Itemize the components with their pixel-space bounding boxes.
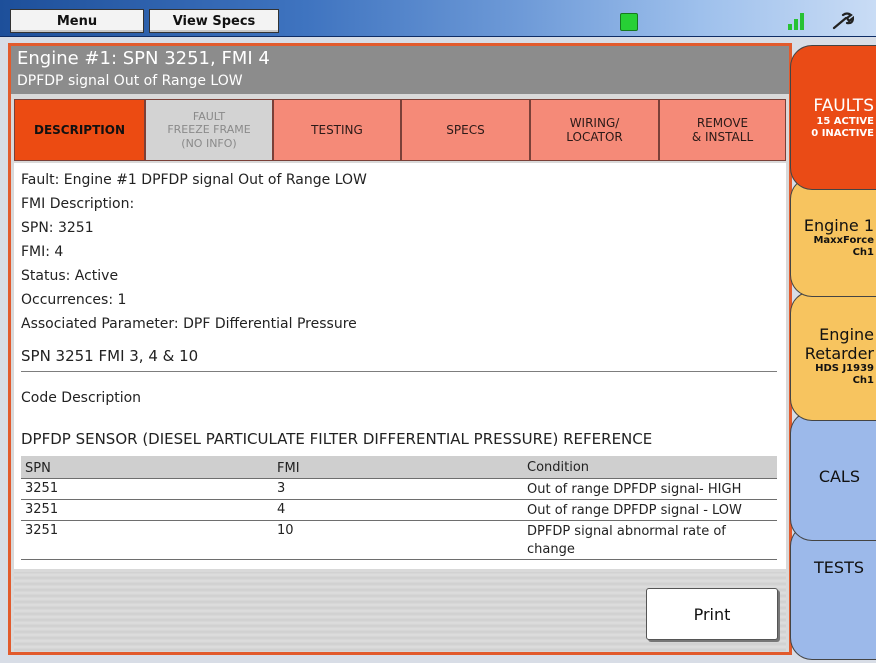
fmi-value: FMI: 4 — [21, 244, 64, 260]
table-cell: DPFDP signal abnormal rate of change — [527, 524, 726, 557]
fmi-description: FMI Description: — [21, 196, 135, 212]
fault-detail-panel: Engine #1: SPN 3251, FMI 4 DPFDP signal … — [8, 43, 792, 655]
table-cell: 10 — [277, 523, 294, 538]
wrench-icon[interactable] — [832, 12, 855, 32]
faults-title: FAULTS — [813, 95, 874, 116]
detail-tabs: DESCRIPTION FAULT FREEZE FRAME (NO INFO)… — [14, 99, 786, 161]
occurrences-value: Occurrences: 1 — [21, 292, 127, 308]
table-row: 3251 10 DPFDP signal abnormal rate of ch… — [21, 521, 777, 560]
table-header-row: SPN FMI Condition — [21, 456, 777, 479]
description-content: Fault: Engine #1 DPFDP signal Out of Ran… — [14, 163, 786, 569]
reference-table: SPN FMI Condition 3251 3 Out of range DP… — [21, 456, 777, 560]
view-specs-button[interactable]: View Specs — [149, 9, 279, 33]
print-button[interactable]: Print — [646, 588, 778, 640]
engine1-channel: Ch1 — [852, 246, 874, 258]
cals-title: CALS — [818, 466, 860, 486]
menu-button[interactable]: Menu — [10, 9, 144, 33]
tab-specs[interactable]: SPECS — [401, 99, 530, 161]
table-cell: 3 — [277, 481, 286, 496]
column-header-spn: SPN — [25, 460, 51, 476]
engine1-title: Engine 1 — [803, 215, 874, 235]
tests-title: TESTS — [814, 557, 864, 577]
table-cell: 3251 — [25, 481, 59, 496]
top-toolbar: Menu View Specs — [0, 0, 876, 37]
fault-title: Engine #1: SPN 3251, FMI 4 — [17, 48, 270, 69]
table-row: 3251 3 Out of range DPFDP signal- HIGH — [21, 479, 777, 500]
retarder-title-2: Retarder — [804, 344, 874, 363]
side-tab-tests[interactable]: TESTS — [790, 524, 876, 660]
tab-wiring-locator[interactable]: WIRING/ LOCATOR — [530, 99, 659, 161]
table-cell: 3251 — [25, 502, 59, 517]
side-tab-faults[interactable]: FAULTS 15 ACTIVE 0 INACTIVE — [790, 45, 876, 190]
fault-line: Fault: Engine #1 DPFDP signal Out of Ran… — [21, 172, 367, 188]
retarder-channel: Ch1 — [852, 375, 874, 386]
code-section-heading: SPN 3251 FMI 3, 4 & 10 — [21, 347, 199, 365]
table-cell: 3251 — [25, 523, 59, 538]
status-value: Status: Active — [21, 268, 119, 284]
table-row: 3251 4 Out of range DPFDP signal - LOW — [21, 500, 777, 521]
fault-header: Engine #1: SPN 3251, FMI 4 DPFDP signal … — [11, 46, 789, 94]
tab-description[interactable]: DESCRIPTION — [14, 99, 145, 161]
fault-subtitle: DPFDP signal Out of Range LOW — [17, 73, 243, 89]
associated-parameter: Associated Parameter: DPF Differential P… — [21, 316, 357, 332]
tab-fault-freeze-frame[interactable]: FAULT FREEZE FRAME (NO INFO) — [145, 99, 273, 161]
code-description-label: Code Description — [21, 390, 142, 406]
faults-inactive-count: 0 INACTIVE — [811, 127, 874, 139]
side-tab-engine-retarder[interactable]: Engine Retarder HDS J1939 Ch1 — [790, 291, 876, 421]
spn-value: SPN: 3251 — [21, 220, 94, 236]
tab-testing[interactable]: TESTING — [273, 99, 401, 161]
divider — [21, 371, 777, 372]
faults-active-count: 15 ACTIVE — [816, 115, 874, 127]
signal-bars-icon — [788, 12, 810, 30]
column-header-condition: Condition — [527, 460, 590, 475]
retarder-protocol: HDS J1939 — [815, 363, 874, 374]
engine1-model: MaxxForce — [813, 234, 874, 246]
table-cell: 4 — [277, 502, 286, 517]
reference-table-title: DPFDP SENSOR (DIESEL PARTICULATE FILTER … — [21, 430, 653, 448]
side-tab-engine-1[interactable]: Engine 1 MaxxForce Ch1 — [790, 177, 876, 297]
retarder-title-1: Engine — [819, 325, 874, 344]
tab-remove-install[interactable]: REMOVE & INSTALL — [659, 99, 786, 161]
action-footer: Print — [14, 572, 786, 652]
status-led-icon — [620, 13, 638, 31]
side-tab-cals[interactable]: CALS — [790, 411, 876, 541]
table-cell: Out of range DPFDP signal- HIGH — [527, 482, 742, 497]
table-cell: Out of range DPFDP signal - LOW — [527, 503, 742, 518]
column-header-fmi: FMI — [277, 460, 300, 476]
